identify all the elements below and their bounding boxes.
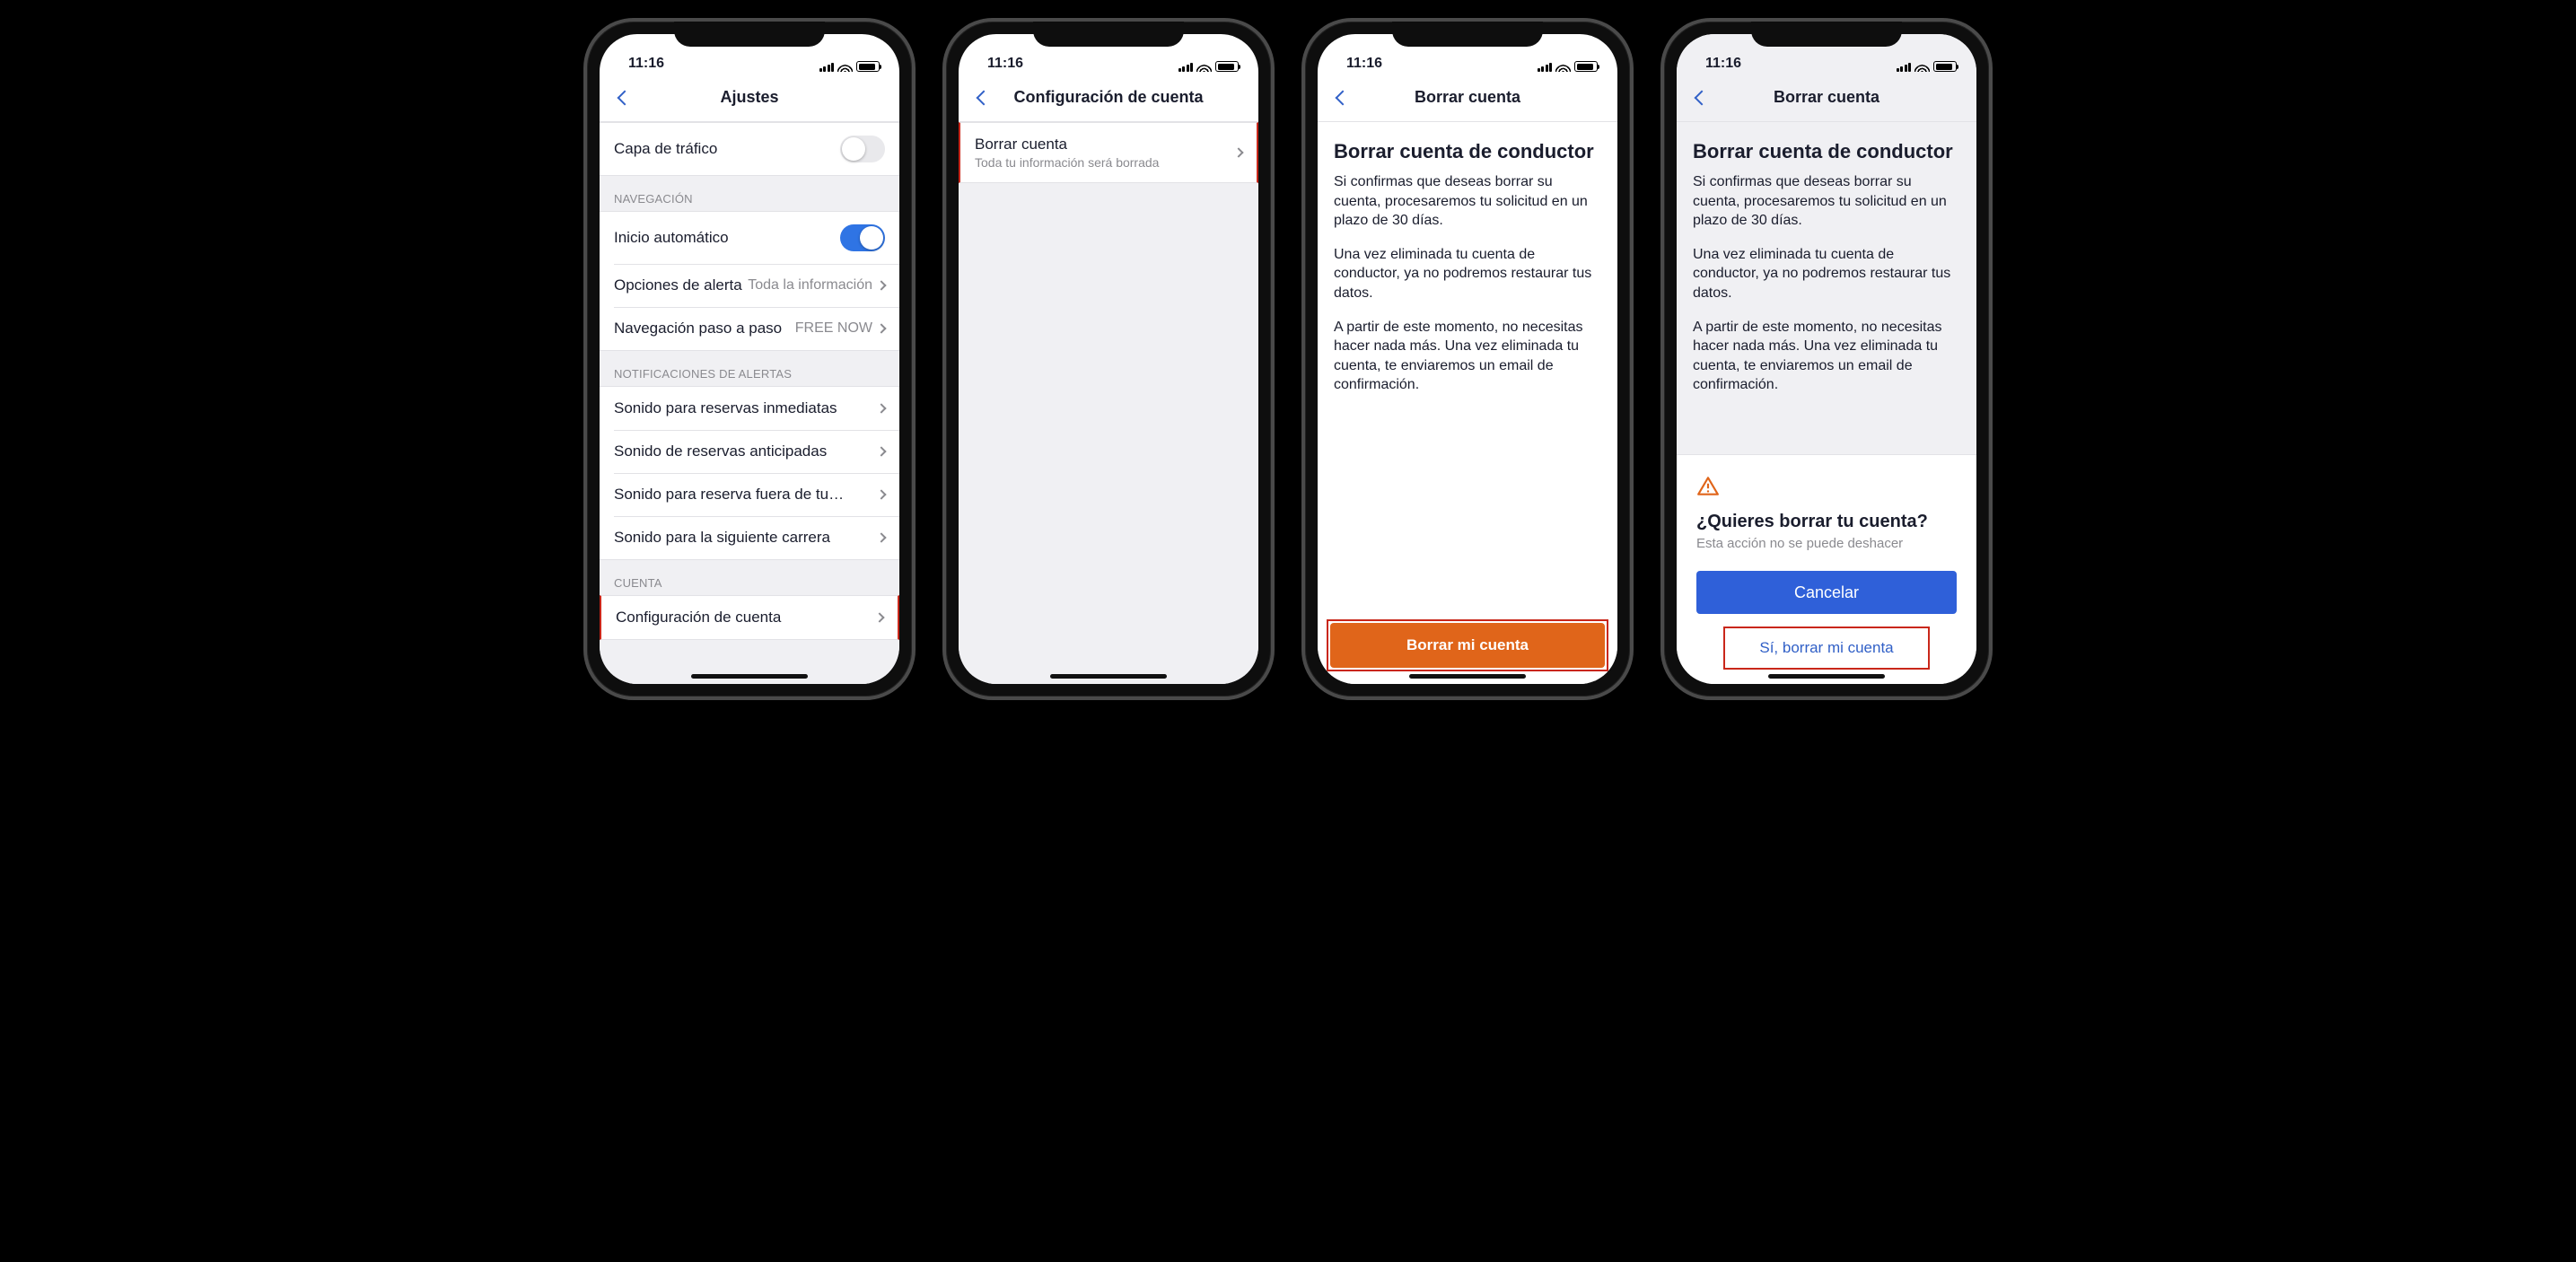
- row-value: Toda la información: [748, 277, 872, 294]
- battery-icon: [1933, 61, 1957, 72]
- notch: [674, 22, 825, 47]
- body-paragraph-1: Si confirmas que deseas borrar su cuenta…: [1318, 172, 1617, 245]
- row-label: Navegación paso a paso: [614, 320, 795, 337]
- body-paragraph-1: Si confirmas que deseas borrar su cuenta…: [1677, 172, 1976, 245]
- body-paragraph-2: Una vez eliminada tu cuenta de conductor…: [1677, 245, 1976, 318]
- notch: [1033, 22, 1184, 47]
- row-delete-account[interactable]: Borrar cuenta Toda tu información será b…: [959, 122, 1258, 183]
- phone-frame-4: 11:16 Borrar cuenta Borrar cuenta de con…: [1660, 18, 1993, 700]
- back-button[interactable]: [966, 80, 1002, 116]
- row-label: Inicio automático: [614, 229, 840, 247]
- nav-title: Ajustes: [720, 88, 778, 107]
- row-label: Sonido para la siguiente carrera: [614, 529, 878, 547]
- back-button[interactable]: [1325, 80, 1361, 116]
- sheet-subtitle: Esta acción no se puede deshacer: [1696, 536, 1957, 551]
- signal-icon: [1897, 61, 1912, 72]
- status-time: 11:16: [1337, 56, 1382, 72]
- home-indicator[interactable]: [691, 674, 808, 679]
- phone-frame-3: 11:16 Borrar cuenta Borrar cuenta de con…: [1301, 18, 1634, 700]
- row-label: Opciones de alerta: [614, 276, 748, 294]
- nav-header: Borrar cuenta: [1318, 74, 1617, 122]
- row-sound-outside[interactable]: Sonido para reserva fuera de tu…: [600, 473, 899, 516]
- nav-title: Borrar cuenta: [1415, 88, 1520, 107]
- wifi-icon: [1196, 61, 1212, 72]
- battery-icon: [856, 61, 880, 72]
- chevron-right-icon: [1233, 147, 1243, 157]
- signal-icon: [1538, 61, 1553, 72]
- phone-frame-1: 11:16 Ajustes Capa de tráfico NAVEGACIÓN: [583, 18, 916, 700]
- back-button[interactable]: [607, 80, 643, 116]
- row-label: Sonido de reservas anticipadas: [614, 443, 878, 460]
- nav-header: Configuración de cuenta: [959, 74, 1258, 122]
- wifi-icon: [1914, 61, 1930, 72]
- row-label: Sonido para reservas inmediatas: [614, 399, 878, 417]
- row-label: Sonido para reserva fuera de tu…: [614, 486, 878, 504]
- chevron-right-icon: [876, 489, 886, 499]
- back-button[interactable]: [1684, 80, 1720, 116]
- body-paragraph-2: Una vez eliminada tu cuenta de conductor…: [1318, 245, 1617, 318]
- row-autostart[interactable]: Inicio automático: [600, 211, 899, 264]
- row-label: Borrar cuenta: [975, 136, 1235, 153]
- status-time: 11:16: [619, 56, 664, 72]
- row-sound-advance[interactable]: Sonido de reservas anticipadas: [600, 430, 899, 473]
- highlight-frame: Sí, borrar mi cuenta: [1723, 627, 1930, 670]
- highlight-frame: Borrar mi cuenta: [1327, 619, 1608, 671]
- row-traffic-layer[interactable]: Capa de tráfico: [600, 122, 899, 176]
- home-indicator[interactable]: [1768, 674, 1885, 679]
- phone-frame-2: 11:16 Configuración de cuenta Borrar cue…: [942, 18, 1275, 700]
- status-time: 11:16: [1696, 56, 1741, 72]
- section-header-alerts: NOTIFICACIONES DE ALERTAS: [600, 351, 899, 386]
- nav-header: Borrar cuenta: [1677, 74, 1976, 122]
- row-label: Capa de tráfico: [614, 140, 840, 158]
- row-label: Configuración de cuenta: [616, 609, 876, 627]
- delete-account-button[interactable]: Borrar mi cuenta: [1330, 623, 1605, 668]
- status-time: 11:16: [978, 56, 1023, 72]
- chevron-left-icon: [977, 90, 992, 105]
- chevron-left-icon: [1336, 90, 1351, 105]
- row-subtitle: Toda tu información será borrada: [975, 155, 1235, 170]
- battery-icon: [1574, 61, 1598, 72]
- confirm-sheet: ¿Quieres borrar tu cuenta? Esta acción n…: [1677, 454, 1976, 684]
- row-sound-immediate[interactable]: Sonido para reservas inmediatas: [600, 386, 899, 430]
- chevron-right-icon: [876, 446, 886, 456]
- toggle-autostart[interactable]: [840, 224, 885, 251]
- chevron-right-icon: [876, 280, 886, 290]
- row-alert-options[interactable]: Opciones de alerta Toda la información: [600, 264, 899, 307]
- signal-icon: [819, 61, 835, 72]
- nav-title: Borrar cuenta: [1774, 88, 1879, 107]
- page-title: Borrar cuenta de conductor: [1318, 122, 1617, 172]
- row-account-settings[interactable]: Configuración de cuenta: [600, 595, 899, 640]
- wifi-icon: [1555, 61, 1571, 72]
- body-paragraph-3: A partir de este momento, no necesitas h…: [1318, 318, 1617, 409]
- home-indicator[interactable]: [1409, 674, 1526, 679]
- nav-header: Ajustes: [600, 74, 899, 122]
- cancel-button[interactable]: Cancelar: [1696, 571, 1957, 614]
- notch: [1392, 22, 1543, 47]
- row-sound-next[interactable]: Sonido para la siguiente carrera: [600, 516, 899, 560]
- chevron-right-icon: [874, 612, 884, 622]
- chevron-right-icon: [876, 403, 886, 413]
- sheet-title: ¿Quieres borrar tu cuenta?: [1696, 512, 1957, 532]
- section-header-navigation: NAVEGACIÓN: [600, 176, 899, 211]
- body-paragraph-3: A partir de este momento, no necesitas h…: [1677, 318, 1976, 409]
- toggle-traffic-layer[interactable]: [840, 136, 885, 162]
- nav-title: Configuración de cuenta: [1013, 88, 1203, 107]
- home-indicator[interactable]: [1050, 674, 1167, 679]
- signal-icon: [1178, 61, 1194, 72]
- section-header-account: CUENTA: [600, 560, 899, 595]
- chevron-left-icon: [1695, 90, 1710, 105]
- chevron-right-icon: [876, 323, 886, 333]
- wifi-icon: [837, 61, 853, 72]
- notch: [1751, 22, 1902, 47]
- chevron-left-icon: [618, 90, 633, 105]
- chevron-right-icon: [876, 532, 886, 542]
- confirm-delete-button[interactable]: Sí, borrar mi cuenta: [1725, 628, 1928, 668]
- row-turn-by-turn[interactable]: Navegación paso a paso FREE NOW: [600, 307, 899, 351]
- page-title: Borrar cuenta de conductor: [1677, 122, 1976, 172]
- warning-icon: [1696, 475, 1720, 498]
- battery-icon: [1215, 61, 1239, 72]
- row-value: FREE NOW: [795, 320, 872, 337]
